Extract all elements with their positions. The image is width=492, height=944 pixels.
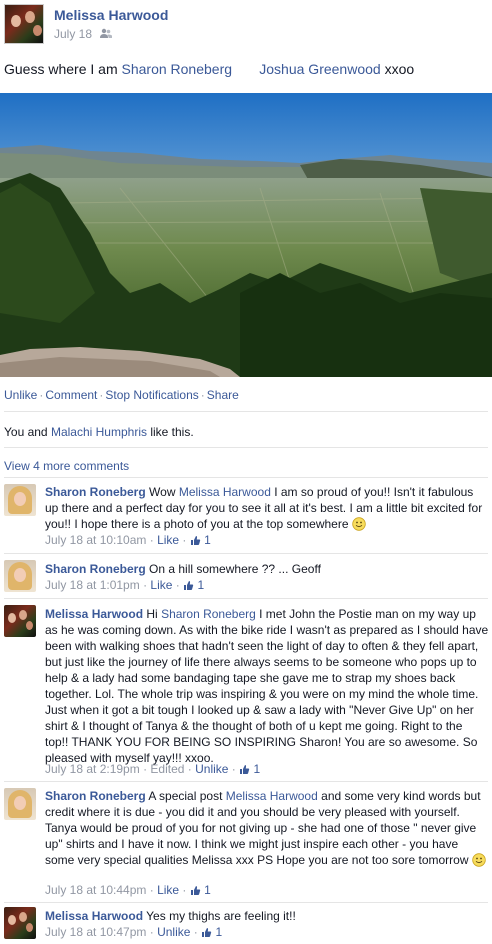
- comment-text: A special post: [148, 789, 223, 803]
- stop-notifications-link[interactable]: Stop Notifications: [105, 388, 198, 402]
- comment-body: Melissa Harwood Hi Sharon Roneberg I met…: [45, 606, 489, 766]
- comment-edited[interactable]: Edited: [150, 762, 184, 776]
- separator: ·: [99, 388, 104, 402]
- divider: [4, 902, 488, 903]
- comment-text: Yes my thighs are feeling it!!: [146, 909, 296, 923]
- comment-like-link[interactable]: Like: [157, 883, 179, 897]
- thumbs-up-icon: [190, 886, 200, 895]
- thumbs-up-icon: [184, 581, 194, 590]
- post-date-link[interactable]: July 18: [54, 27, 92, 41]
- thumbs-up-icon: [240, 765, 250, 774]
- comment-like-link[interactable]: Like: [150, 578, 172, 592]
- likes-you: You and: [4, 425, 48, 439]
- commenter-avatar[interactable]: [4, 788, 36, 820]
- comment-body: Sharon Roneberg Wow Melissa Harwood I am…: [45, 484, 489, 532]
- comment-like-count[interactable]: 1: [201, 925, 222, 939]
- post-photo[interactable]: [0, 93, 492, 377]
- comment-author-link[interactable]: Sharon Roneberg: [45, 485, 146, 499]
- comment-mention-link[interactable]: Melissa Harwood: [179, 485, 271, 499]
- post-text-suffix: xxoo: [384, 61, 415, 77]
- comment-meta: July 18 at 10:10am · Like · 1: [45, 533, 211, 547]
- commenter-avatar[interactable]: [4, 560, 36, 592]
- post-text-prefix: Guess where I am: [4, 61, 118, 77]
- comment-time[interactable]: July 18 at 10:44pm: [45, 883, 146, 897]
- view-more-comments-link[interactable]: View 4 more comments: [4, 459, 129, 473]
- post-message: Guess where I am Sharon Roneberg Joshua …: [4, 61, 414, 77]
- tag-sharon-roneberg[interactable]: Sharon Roneberg: [122, 61, 233, 77]
- post-author-link[interactable]: Melissa Harwood: [54, 7, 168, 23]
- separator: ·: [39, 388, 44, 402]
- comment-author-link[interactable]: Sharon Roneberg: [45, 789, 146, 803]
- comment-text: Wow: [149, 485, 176, 499]
- comment-author-link[interactable]: Melissa Harwood: [45, 909, 143, 923]
- comment-text: Hi: [146, 607, 158, 621]
- divider: [4, 447, 488, 448]
- comment-like-count[interactable]: 1: [183, 578, 204, 592]
- comment-author-link[interactable]: Melissa Harwood: [45, 607, 143, 621]
- divider: [4, 781, 488, 782]
- liker-malachi-humphris[interactable]: Malachi Humphris: [51, 425, 147, 439]
- thumbs-up-icon: [190, 536, 200, 545]
- comment-time[interactable]: July 18 at 1:01pm: [45, 578, 140, 592]
- comment-link[interactable]: Comment: [45, 388, 97, 402]
- comment-time[interactable]: July 18 at 2:19pm: [45, 762, 140, 776]
- post-header: Melissa Harwood July 18: [0, 0, 492, 50]
- unlike-link[interactable]: Unlike: [4, 388, 37, 402]
- comment-text: On a hill somewhere ?? ... Geoff: [149, 562, 321, 576]
- comment-mention-link[interactable]: Melissa Harwood: [226, 789, 318, 803]
- comment-body: Sharon Roneberg A special post Melissa H…: [45, 788, 489, 868]
- comment-meta: July 18 at 1:01pm · Like · 1: [45, 578, 205, 592]
- comment-like-count[interactable]: 1: [190, 883, 211, 897]
- thumbs-up-icon: [202, 928, 212, 937]
- friends-audience-icon[interactable]: [100, 28, 112, 39]
- divider: [4, 477, 488, 478]
- divider: [4, 553, 488, 554]
- commenter-avatar[interactable]: [4, 605, 36, 637]
- comment-like-count[interactable]: 1: [239, 762, 260, 776]
- comment-text: I met John the Postie man on my way up a…: [45, 607, 489, 765]
- comment-mention-link[interactable]: Sharon Roneberg: [161, 607, 256, 621]
- smiley-emoticon-icon: [472, 853, 486, 867]
- comment-like-link[interactable]: Like: [157, 533, 179, 547]
- comment-author-link[interactable]: Sharon Roneberg: [45, 562, 146, 576]
- comment-body: Sharon Roneberg On a hill somewhere ?? .…: [45, 561, 489, 577]
- comment-unlike-link[interactable]: Unlike: [195, 762, 228, 776]
- likes-summary: You and Malachi Humphris like this.: [4, 425, 194, 439]
- tag-joshua-greenwood[interactable]: Joshua Greenwood: [259, 61, 380, 77]
- share-link[interactable]: Share: [207, 388, 239, 402]
- comment-meta: July 18 at 10:47pm · Unlike · 1: [45, 925, 223, 939]
- commenter-avatar[interactable]: [4, 484, 36, 516]
- likes-suffix: like this.: [150, 425, 194, 439]
- post-actions: Unlike · Comment · Stop Notifications · Share: [4, 388, 239, 402]
- separator: ·: [200, 388, 205, 402]
- divider: [4, 411, 488, 412]
- divider: [4, 598, 488, 599]
- author-avatar[interactable]: [4, 4, 44, 44]
- smiley-emoticon-icon: [352, 517, 366, 531]
- commenter-avatar[interactable]: [4, 907, 36, 939]
- comment-unlike-link[interactable]: Unlike: [157, 925, 190, 939]
- comment-like-count[interactable]: 1: [190, 533, 211, 547]
- comment-meta: July 18 at 2:19pm · Edited · Unlike · 1: [45, 762, 261, 776]
- comment-body: Melissa Harwood Yes my thighs are feelin…: [45, 908, 489, 924]
- comment-time[interactable]: July 18 at 10:47pm: [45, 925, 146, 939]
- comment-time[interactable]: July 18 at 10:10am: [45, 533, 146, 547]
- comment-meta: July 18 at 10:44pm · Like · 1: [45, 883, 211, 897]
